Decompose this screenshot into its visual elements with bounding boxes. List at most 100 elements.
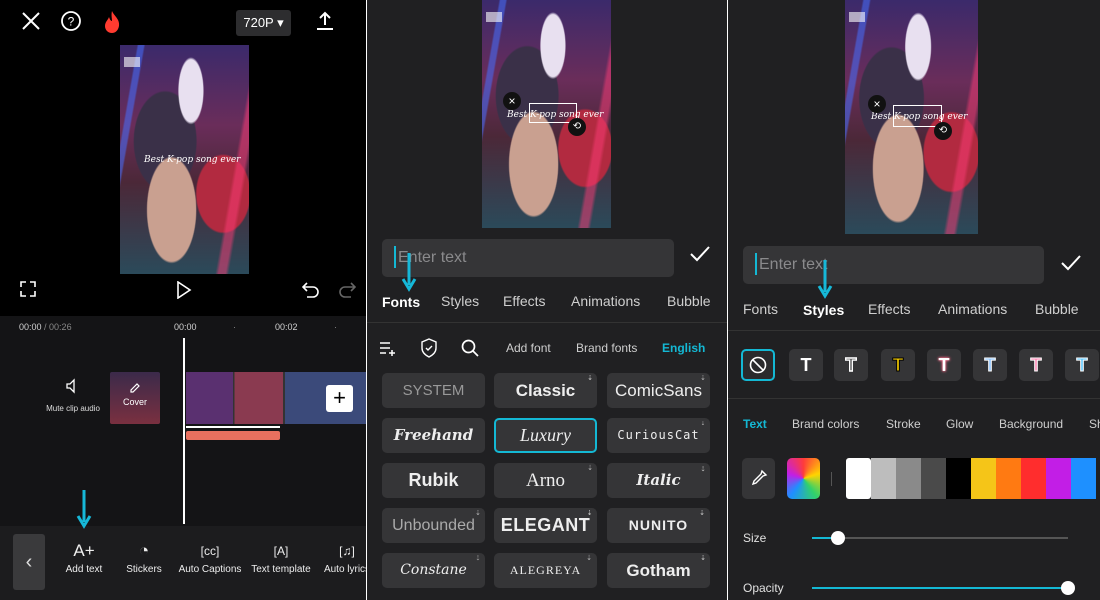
font-freehand[interactable]: Freehand (382, 418, 485, 453)
add-clip-button[interactable]: + (326, 385, 353, 412)
font-comicsans[interactable]: ComicSans ⇣ (607, 373, 710, 408)
back-button[interactable]: ‹ (13, 534, 45, 590)
redo-icon[interactable] (338, 280, 356, 298)
color-swatch[interactable] (946, 458, 971, 499)
color-swatch[interactable] (996, 458, 1021, 499)
style-preset-yellow[interactable]: T (881, 349, 915, 381)
tab-fonts[interactable]: Fonts (382, 294, 420, 310)
stickers-button[interactable]: ◔ Stickers (124, 540, 164, 575)
font-constane[interactable]: Constane ⇣ (382, 553, 485, 588)
add-font-tab[interactable]: Add font (506, 341, 551, 355)
style-preset-white[interactable]: T (789, 349, 823, 381)
style-preset-pink-stroke[interactable]: T (927, 349, 961, 381)
style-tab-brand-colors[interactable]: Brand colors (792, 417, 859, 431)
search-icon[interactable] (461, 339, 479, 357)
text-input[interactable]: Enter text (382, 239, 674, 277)
play-icon[interactable] (176, 281, 192, 299)
stickers-label: Stickers (126, 564, 162, 575)
style-tab-background[interactable]: Background (999, 417, 1063, 431)
color-swatch[interactable] (871, 458, 896, 499)
eyedropper-button[interactable] (742, 458, 775, 499)
help-icon[interactable]: ? (60, 10, 82, 32)
tab-animations[interactable]: Animations (571, 293, 640, 309)
tab-styles[interactable]: Styles (803, 302, 844, 318)
font-rubik[interactable]: Rubik (382, 463, 485, 498)
tab-bubble[interactable]: Bubble (667, 293, 711, 309)
caption-text[interactable]: Best K-pop song ever (871, 112, 967, 122)
font-arno[interactable]: Arno ⇣ (494, 463, 597, 498)
font-gotham[interactable]: Gotham ⇣ (607, 553, 710, 588)
style-preset-light-blue[interactable]: T (973, 349, 1007, 381)
tab-bubble[interactable]: Bubble (1035, 301, 1079, 317)
flame-icon[interactable] (102, 10, 122, 34)
tab-fonts[interactable]: Fonts (743, 301, 778, 317)
font-nunito[interactable]: NUNITO ⇣ (607, 508, 710, 543)
text-input[interactable]: Enter text (743, 246, 1044, 284)
font-luxury[interactable]: Luxury (494, 418, 597, 453)
text-clip[interactable] (186, 431, 280, 440)
add-text-button[interactable]: A+ Add text (62, 540, 106, 575)
resolution-button[interactable]: 720P ▾ (236, 10, 291, 36)
size-slider[interactable] (812, 531, 1068, 545)
pencil-icon (110, 372, 160, 397)
video-preview[interactable]: Best K-pop song ever × ⟲ (845, 0, 978, 234)
style-none-button[interactable] (741, 349, 775, 381)
font-italic[interactable]: Italic ⇣ (607, 463, 710, 498)
caption-text[interactable]: Best K-pop song ever (144, 155, 240, 165)
caption-text[interactable]: Best K-pop song ever (507, 110, 603, 120)
rotate-text-icon[interactable]: ⟲ (568, 118, 586, 136)
font-curiouscat[interactable]: CuriousCat ⇣ (607, 418, 710, 453)
text-template-button[interactable]: [A] Text template (250, 540, 312, 575)
video-preview[interactable]: Best K-pop song ever × ⟲ (482, 0, 611, 228)
shield-off-icon[interactable] (419, 338, 439, 358)
size-slider-knob[interactable] (830, 531, 845, 545)
color-wheel-button[interactable] (787, 458, 820, 499)
brand-fonts-tab[interactable]: Brand fonts (576, 341, 637, 355)
rotate-text-icon[interactable]: ⟲ (934, 122, 952, 140)
close-icon[interactable] (20, 10, 42, 32)
font-unbounded[interactable]: Unbounded ⇣ (382, 508, 485, 543)
style-tab-stroke[interactable]: Stroke (886, 417, 921, 431)
style-preset-pink[interactable]: T (1019, 349, 1053, 381)
tab-effects[interactable]: Effects (868, 301, 911, 317)
confirm-check-icon[interactable] (689, 245, 711, 263)
add-text-icon: A+ (73, 541, 95, 560)
video-preview[interactable]: Best K-pop song ever (120, 45, 249, 274)
font-elegant[interactable]: ELEGANT ⇣ (494, 508, 597, 543)
font-alegreya[interactable]: ALEGREYA ⇣ (494, 553, 597, 588)
resolution-label: 720P (243, 15, 274, 30)
tab-animations[interactable]: Animations (938, 301, 1007, 317)
color-swatch[interactable] (1021, 458, 1046, 499)
undo-icon[interactable] (302, 280, 320, 298)
playhead[interactable] (183, 338, 185, 524)
opacity-slider-knob[interactable] (1061, 581, 1075, 595)
color-swatch[interactable] (971, 458, 996, 499)
tab-effects[interactable]: Effects (503, 293, 546, 309)
color-swatch[interactable] (921, 458, 946, 499)
font-classic[interactable]: Classic ⇣ (494, 373, 597, 408)
fullscreen-icon[interactable] (20, 281, 36, 297)
export-icon[interactable] (314, 10, 336, 32)
color-swatch[interactable] (1046, 458, 1071, 499)
mute-clip-audio-button[interactable]: Mute clip audio (40, 378, 106, 413)
style-preset-blue[interactable]: T (1065, 349, 1099, 381)
font-system[interactable]: SYSTEM (382, 373, 485, 408)
auto-lyrics-button[interactable]: [♫] Auto lyrics (322, 540, 366, 575)
style-preset-outline[interactable]: T (834, 349, 868, 381)
color-swatch[interactable] (896, 458, 921, 499)
color-swatch[interactable] (846, 458, 871, 499)
delete-text-icon[interactable]: × (868, 95, 886, 113)
font-list-add-icon[interactable] (379, 339, 397, 357)
english-tab[interactable]: English (662, 341, 705, 355)
delete-text-icon[interactable]: × (503, 92, 521, 110)
cover-button[interactable]: Cover (110, 372, 160, 424)
tab-styles[interactable]: Styles (441, 293, 479, 309)
lyrics-icon: [♫] (339, 544, 355, 558)
color-swatch[interactable] (1071, 458, 1096, 499)
style-tab-text[interactable]: Text (743, 417, 767, 431)
auto-captions-button[interactable]: [cc] Auto Captions (178, 540, 242, 575)
style-tab-shadow[interactable]: Sh (1089, 417, 1100, 431)
opacity-slider[interactable] (812, 581, 1075, 595)
style-tab-glow[interactable]: Glow (946, 417, 973, 431)
confirm-check-icon[interactable] (1060, 254, 1082, 272)
